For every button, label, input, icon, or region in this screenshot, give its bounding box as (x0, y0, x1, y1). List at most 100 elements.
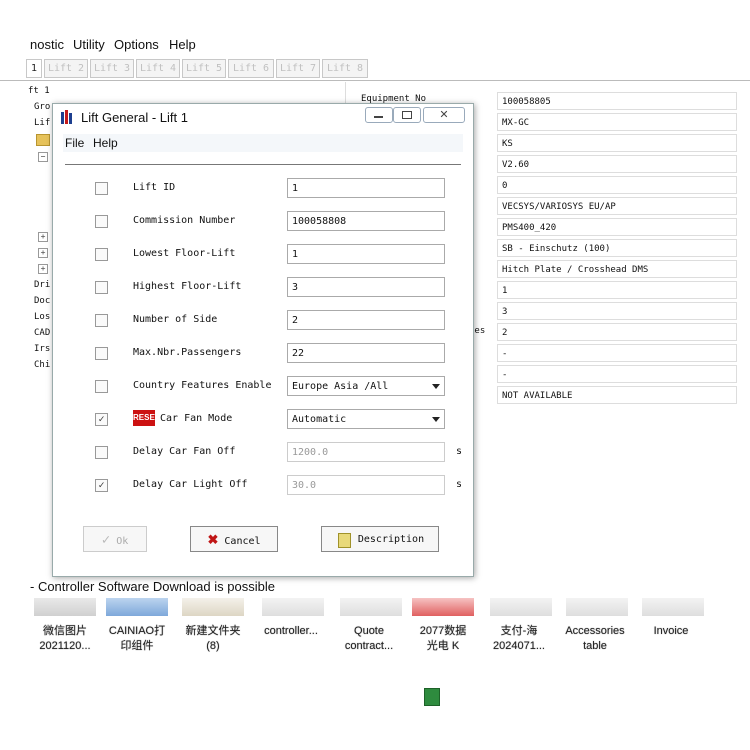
tree-expand-icon[interactable]: + (38, 248, 48, 258)
app-icon[interactable] (106, 598, 168, 616)
dialog-menu-help[interactable]: Help (93, 136, 118, 150)
tab-lift-5[interactable]: Lift 5 (182, 59, 226, 78)
property-value: 2 (497, 323, 737, 341)
property-value: V2.60 (497, 155, 737, 173)
maximize-button[interactable] (393, 107, 421, 123)
dialog-menubar: File Help (63, 134, 463, 152)
excel-icon[interactable] (424, 688, 440, 706)
dialog-menu-file[interactable]: File (65, 136, 84, 150)
country-features-value: Europe Asia /All (292, 381, 389, 392)
row-checkbox[interactable]: ✓ (95, 413, 108, 426)
menu-diagnostic[interactable]: nostic (30, 37, 64, 52)
tree-item[interactable]: Los (34, 312, 50, 322)
tab-lift-2[interactable]: Lift 2 (44, 59, 88, 78)
row-checkbox[interactable] (95, 281, 108, 294)
property-value: 1 (497, 281, 737, 299)
menu-help[interactable]: Help (169, 37, 196, 52)
tab-lift-6[interactable]: Lift 6 (228, 59, 274, 78)
close-button[interactable]: ✕ (423, 107, 465, 123)
cancel-label: Cancel (224, 536, 261, 547)
number-of-side-input[interactable]: 2 (287, 310, 445, 330)
delay-car-fan-off-input[interactable]: 1200.0 (287, 442, 445, 462)
commission-number-input[interactable]: 100058808 (287, 211, 445, 231)
lowest-floor-input[interactable]: 1 (287, 244, 445, 264)
property-value: PMS400_420 (497, 218, 737, 236)
desktop-icon-label[interactable]: CAINIAO打 印组件 (102, 624, 172, 654)
row-checkbox[interactable]: ✓ (95, 479, 108, 492)
file-icon[interactable] (566, 598, 628, 616)
tab-lift-1[interactable]: 1 (26, 59, 42, 78)
desktop-icon-label[interactable]: 2077数据 光电 K (408, 624, 478, 654)
tree-expand-icon[interactable]: + (38, 232, 48, 242)
tab-lift-4[interactable]: Lift 4 (136, 59, 180, 78)
property-value: - (497, 365, 737, 383)
reset-icon[interactable]: RESET (133, 410, 160, 426)
document-icon (338, 533, 351, 548)
commission-number-label: Commission Number (133, 215, 236, 226)
row-checkbox[interactable] (95, 215, 108, 228)
file-icon[interactable] (642, 598, 704, 616)
lift-id-label: Lift ID (133, 182, 176, 193)
desktop-icons: 微信图片 2021120... CAINIAO打 印组件 新建文件夹 (8) cont… (0, 598, 750, 750)
minimize-icon (374, 116, 383, 118)
delay-car-light-off-input[interactable]: 30.0 (287, 475, 445, 495)
menu-utility[interactable]: Utility (73, 37, 105, 52)
tab-lift-8[interactable]: Lift 8 (322, 59, 368, 78)
description-button[interactable]: Description (321, 526, 439, 552)
tree-item[interactable]: Dri (34, 280, 50, 290)
row-checkbox[interactable] (95, 347, 108, 360)
tree-item[interactable]: Lif (34, 118, 50, 128)
property-value: NOT AVAILABLE (497, 386, 737, 404)
unit-seconds: s (456, 446, 463, 457)
highest-floor-input[interactable]: 3 (287, 277, 445, 297)
minimize-button[interactable] (365, 107, 393, 123)
lift-id-input[interactable]: 1 (287, 178, 445, 198)
row-checkbox[interactable] (95, 446, 108, 459)
dropdown-arrow-icon (432, 417, 440, 422)
row-checkbox[interactable] (95, 380, 108, 393)
ok-button[interactable]: ✓ Ok (83, 526, 147, 552)
menu-options[interactable]: Options (114, 37, 159, 52)
country-features-select[interactable]: Europe Asia /All (287, 376, 445, 396)
row-checkbox[interactable] (95, 248, 108, 261)
file-icon[interactable] (262, 598, 324, 616)
lowest-floor-label: Lowest Floor-Lift (133, 248, 236, 259)
file-icon[interactable] (34, 598, 96, 616)
file-icon[interactable] (340, 598, 402, 616)
tree-item[interactable]: ft 1 (28, 86, 50, 96)
tree-item[interactable]: CAD (34, 328, 50, 338)
desktop-icon-label[interactable]: 新建文件夹 (8) (178, 624, 248, 654)
tab-lift-3[interactable]: Lift 3 (90, 59, 134, 78)
row-checkbox[interactable] (95, 314, 108, 327)
tree-item[interactable]: Gro (34, 102, 50, 112)
row-checkbox[interactable] (95, 182, 108, 195)
tab-lift-7[interactable]: Lift 7 (276, 59, 320, 78)
desktop-icon-label[interactable]: Invoice (636, 624, 706, 639)
max-passengers-input[interactable]: 22 (287, 343, 445, 363)
number-of-side-label: Number of Side (133, 314, 218, 325)
checkmark-icon: ✓ (101, 532, 111, 548)
property-value: Hitch Plate / Crosshead DMS (497, 260, 737, 278)
property-value: 3 (497, 302, 737, 320)
tree-collapse-icon[interactable]: − (38, 152, 48, 162)
tree-item[interactable]: Doc (34, 296, 50, 306)
desktop-icon-label[interactable]: Accessories table (560, 624, 630, 654)
file-icon[interactable] (490, 598, 552, 616)
lift-settings-group: Lift ID 1 Commission Number 100058808 Lo… (65, 164, 463, 515)
cancel-button[interactable]: ✖ Cancel (190, 526, 278, 552)
tree-item[interactable]: Chi (34, 360, 50, 370)
desktop-icon-label[interactable]: Quote contract... (334, 624, 404, 654)
desktop-icon-label[interactable]: 支付-海 2024071... (484, 624, 554, 654)
pdf-icon[interactable] (412, 598, 474, 616)
folder-icon[interactable] (182, 598, 244, 616)
cancel-x-icon: ✖ (207, 532, 219, 547)
tree-item[interactable]: Irs (34, 344, 50, 354)
menubar: nostic Utility Options Help (0, 34, 750, 54)
dialog-titlebar[interactable]: Lift General - Lift 1 ✕ (53, 104, 473, 130)
tree-expand-icon[interactable]: + (38, 264, 48, 274)
desktop-icon-label[interactable]: 微信图片 2021120... (30, 624, 100, 654)
property-value: MX-GC (497, 113, 737, 131)
car-fan-mode-select[interactable]: Automatic (287, 409, 445, 429)
delay-car-light-off-label: Delay Car Light Off (133, 479, 248, 490)
desktop-icon-label[interactable]: controller... (256, 624, 326, 639)
